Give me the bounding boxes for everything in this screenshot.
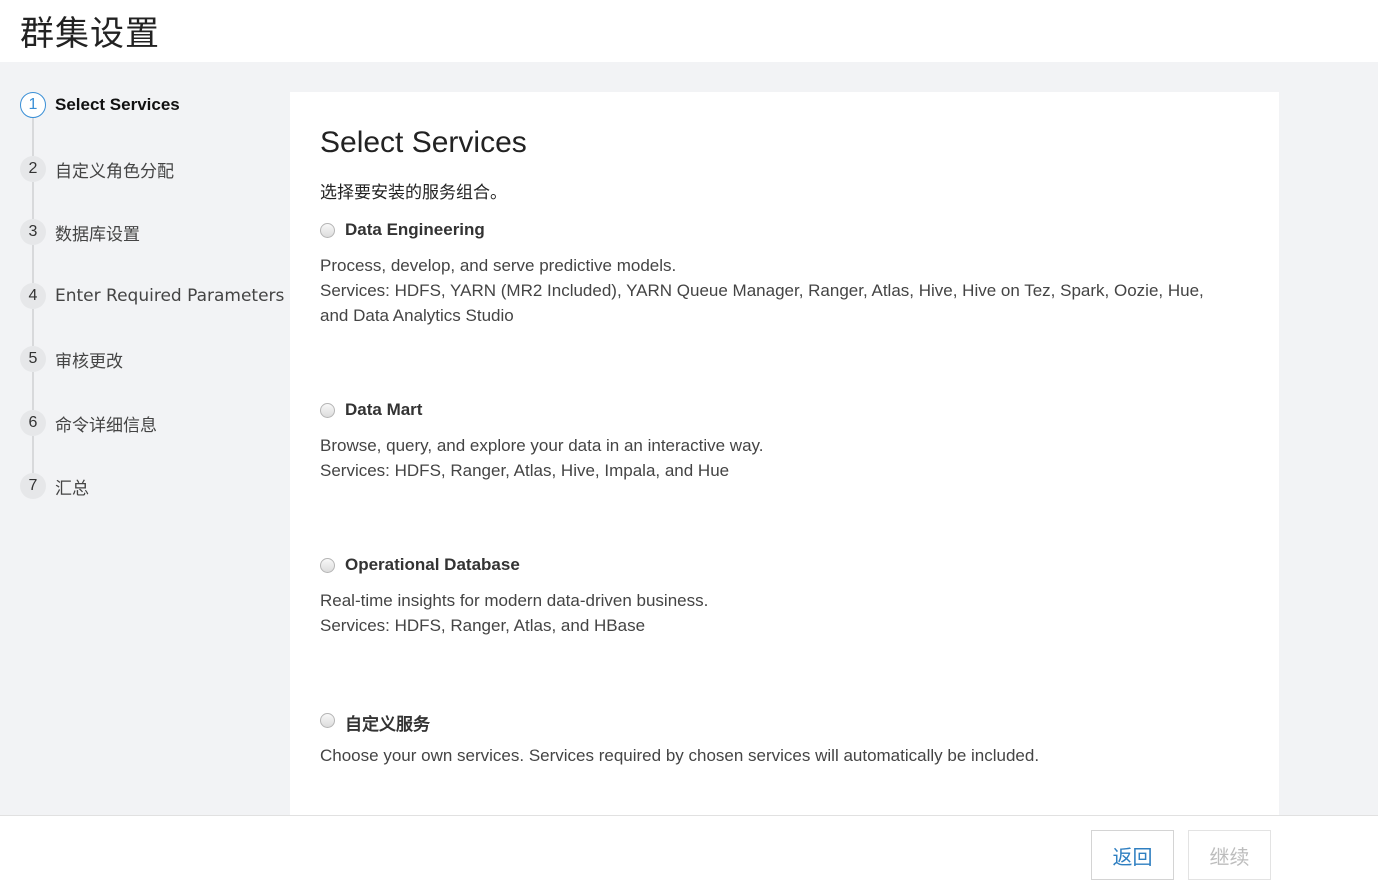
step-label: 汇总 [55,478,89,499]
option-description: Process, develop, and serve predictive m… [320,253,1230,328]
step-connector [32,182,34,219]
custom-services-radio[interactable] [320,713,335,728]
option-name[interactable]: Operational Database [345,555,520,575]
back-button[interactable]: 返回 [1091,830,1174,880]
option-name[interactable]: Data Engineering [345,220,485,240]
option-summary: Real-time insights for modern data-drive… [320,591,709,610]
continue-button[interactable]: 继续 [1188,830,1271,880]
option-description: Browse, query, and explore your data in … [320,433,1230,483]
wizard-step-select-services[interactable]: 1 Select Services [20,92,290,118]
step-connector [32,245,34,283]
step-label: 数据库设置 [55,224,140,245]
step-number: 7 [20,473,46,499]
panel-subtitle: 选择要安装的服务组合。 [320,183,507,203]
wizard-step-command-details[interactable]: 6 命令详细信息 [20,410,290,436]
step-connector [32,118,34,156]
wizard-step-database-setup[interactable]: 3 数据库设置 [20,219,290,245]
step-number: 1 [20,92,46,118]
step-label: 自定义角色分配 [55,161,174,182]
operational-database-radio[interactable] [320,558,335,573]
option-services: Services: HDFS, Ranger, Atlas, and HBase [320,616,646,635]
page-header: 群集设置 [0,0,1378,62]
step-connector [32,436,34,473]
option-description: Real-time insights for modern data-drive… [320,588,1230,638]
option-name[interactable]: Data Mart [345,400,422,420]
wizard-footer: 返回 继续 [0,815,1378,892]
step-label: Select Services [55,95,180,114]
data-mart-radio[interactable] [320,403,335,418]
option-name[interactable]: 自定义服务 [345,710,430,735]
option-services: Services: HDFS, YARN (MR2 Included), YAR… [320,281,1204,325]
data-engineering-radio[interactable] [320,223,335,238]
panel-title: Select Services [320,126,527,159]
step-number: 4 [20,283,46,309]
option-summary: Browse, query, and explore your data in … [320,436,764,455]
wizard-step-summary[interactable]: 7 汇总 [20,473,290,499]
wizard-step-role-assignment[interactable]: 2 自定义角色分配 [20,156,290,182]
step-number: 5 [20,346,46,372]
step-number: 6 [20,410,46,436]
wizard-step-required-parameters[interactable]: 4 Enter Required Parameters [20,283,290,309]
select-services-panel: Select Services 选择要安装的服务组合。 Data Enginee… [290,92,1279,815]
step-number: 2 [20,156,46,182]
option-summary: Choose your own services. Services requi… [320,746,1040,765]
option-description: Choose your own services. Services requi… [320,743,1230,768]
step-connector [32,309,34,346]
step-label: 审核更改 [55,351,123,372]
step-label: 命令详细信息 [55,415,157,436]
step-label: Enter Required Parameters [55,286,285,306]
step-connector [32,372,34,410]
step-number: 3 [20,219,46,245]
page-title: 群集设置 [20,14,160,54]
option-services: Services: HDFS, Ranger, Atlas, Hive, Imp… [320,461,730,480]
option-summary: Process, develop, and serve predictive m… [320,256,677,275]
wizard-step-review-changes[interactable]: 5 审核更改 [20,346,290,372]
